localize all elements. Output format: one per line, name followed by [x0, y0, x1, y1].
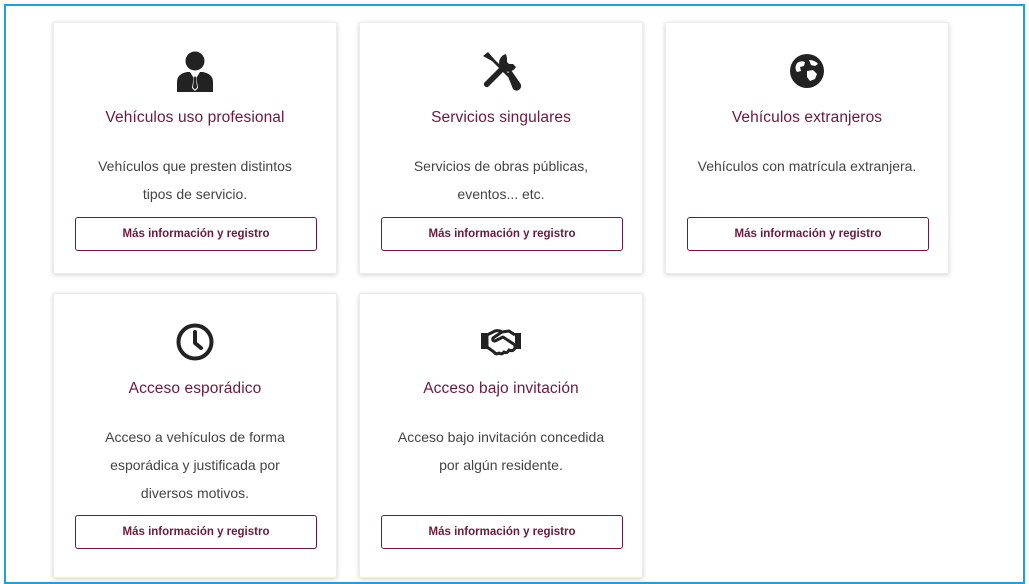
card-title: Acceso bajo invitación: [423, 380, 579, 397]
description-line: por algún residente.: [439, 457, 563, 473]
card-description: Acceso a vehículos de forma esporádica y…: [78, 423, 312, 507]
card-description: Vehículos con matrícula extranjera.: [690, 152, 924, 180]
description-line: Acceso a vehículos de forma: [105, 429, 285, 445]
tools-icon: [479, 49, 523, 93]
more-info-register-button[interactable]: Más información y registro: [75, 515, 317, 549]
globe-icon: [785, 49, 829, 93]
handshake-icon: [479, 320, 523, 364]
card-title: Vehículos uso profesional: [105, 109, 285, 126]
description-line: Vehículos que presten distintos: [98, 158, 292, 174]
card-acceso-bajo-invitacion: Acceso bajo invitación Acceso bajo invit…: [359, 293, 643, 578]
more-info-register-button[interactable]: Más información y registro: [381, 515, 623, 549]
description-line: Acceso bajo invitación concedida: [397, 429, 605, 445]
description-line: Servicios de obras públicas,: [413, 158, 589, 174]
card-title: Servicios singulares: [431, 109, 571, 126]
card-description: Servicios de obras públicas, eventos... …: [384, 152, 618, 208]
description-line: tipos de servicio.: [142, 186, 248, 202]
content-frame: Vehículos uso profesional Vehículos que …: [4, 4, 1025, 584]
card-title: Acceso esporádico: [128, 380, 262, 397]
more-info-register-button[interactable]: Más información y registro: [381, 217, 623, 251]
description-line: diversos motivos.: [140, 485, 250, 501]
card-servicios-singulares: Servicios singulares Servicios de obras …: [359, 22, 643, 274]
clock-icon: [173, 320, 217, 364]
more-info-register-button[interactable]: Más información y registro: [75, 217, 317, 251]
user-tie-icon: [173, 49, 217, 93]
card-acceso-esporadico: Acceso esporádico Acceso a vehículos de …: [53, 293, 337, 578]
card-description: Vehículos que presten distintos tipos de…: [78, 152, 312, 208]
description-line: Vehículos con matrícula extranjera.: [697, 158, 917, 174]
card-title: Vehículos extranjeros: [731, 109, 883, 126]
card-vehiculos-extranjeros: Vehículos extranjeros Vehículos con matr…: [665, 22, 949, 274]
description-line: esporádica y justificada por: [110, 457, 280, 473]
card-description: Acceso bajo invitación concedida por alg…: [384, 423, 618, 479]
more-info-register-button[interactable]: Más información y registro: [687, 217, 929, 251]
card-vehiculos-uso-profesional: Vehículos uso profesional Vehículos que …: [53, 22, 337, 274]
description-line: eventos... etc.: [457, 186, 545, 202]
